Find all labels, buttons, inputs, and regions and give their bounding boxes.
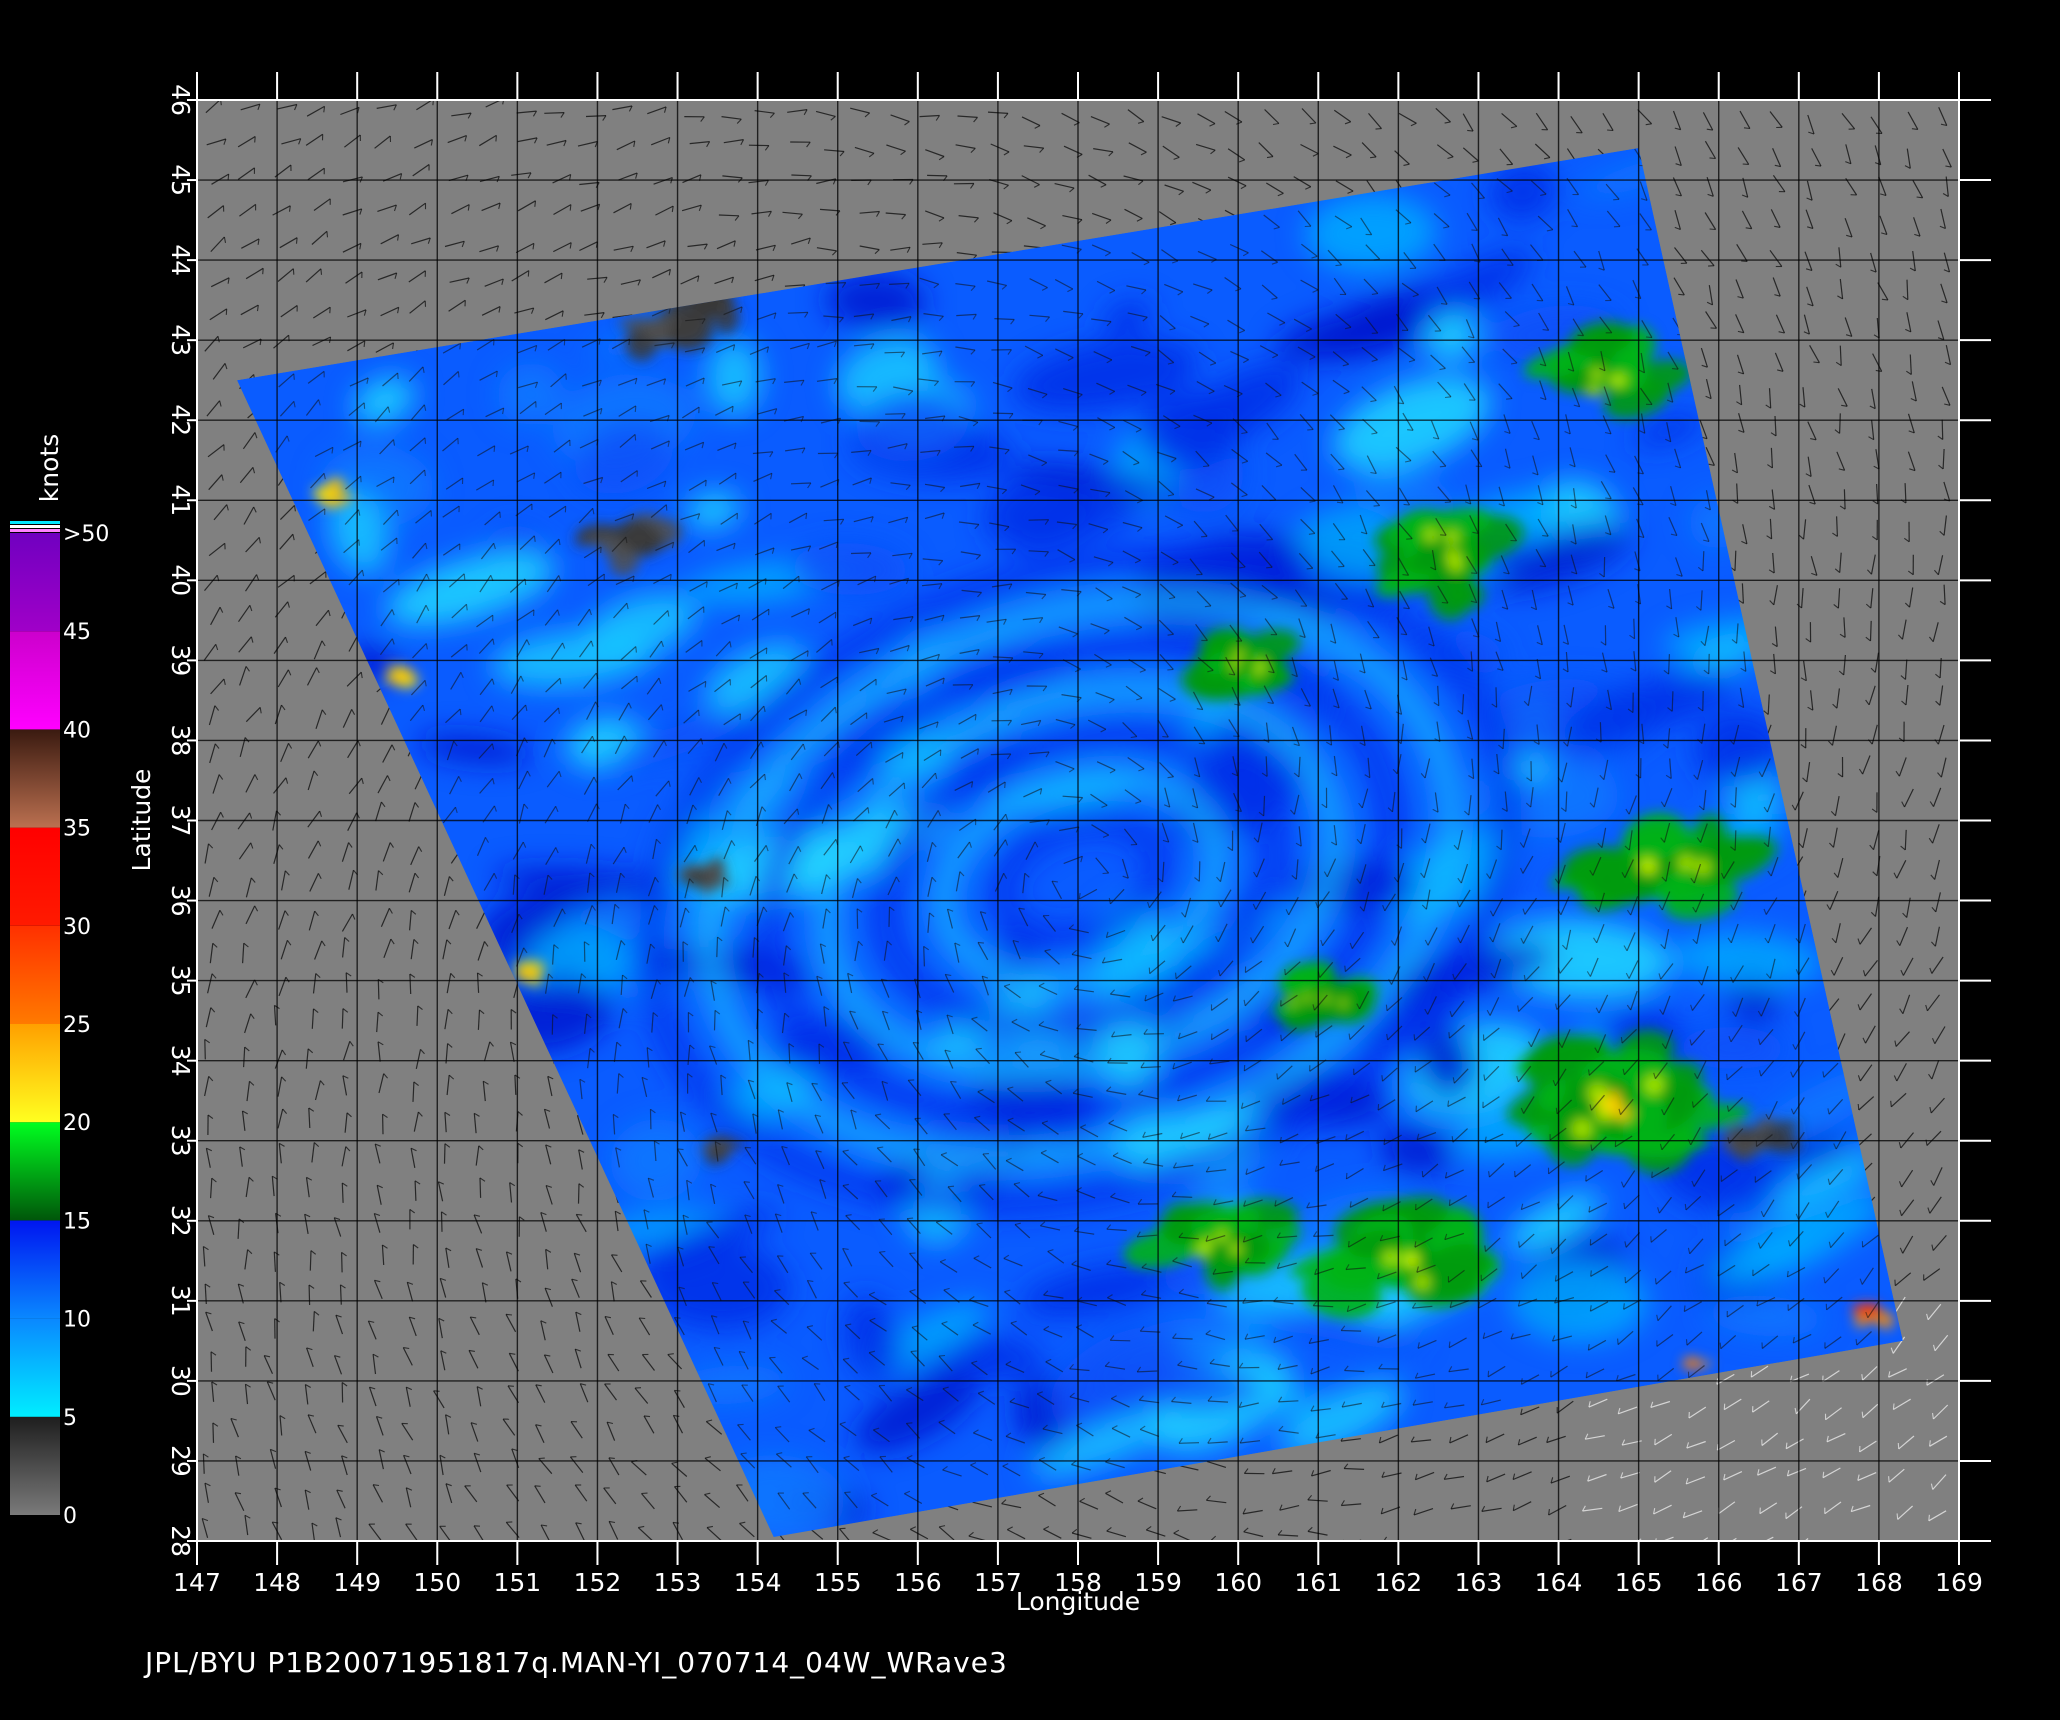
- colorbar-band-30-35: [10, 827, 60, 926]
- colorbar-band-45-50: [10, 533, 60, 632]
- x-axis-label: Longitude: [1016, 1587, 1140, 1616]
- lat-tick-label-38: 38: [166, 724, 195, 756]
- lat-tick-label-41: 41: [166, 484, 195, 516]
- y-axis-label: Latitude: [127, 769, 156, 872]
- colorbar-label-6: 30: [63, 915, 91, 940]
- colorbar-label-7: 35: [63, 817, 91, 842]
- lat-tick-label-43: 43: [166, 324, 195, 356]
- colorbar-band-40-45: [10, 631, 60, 730]
- lon-tick-label-162: 162: [1375, 1568, 1423, 1597]
- lon-tick-label-155: 155: [814, 1568, 862, 1597]
- lon-tick-label-148: 148: [253, 1568, 301, 1597]
- lon-tick-label-153: 153: [654, 1568, 702, 1597]
- latitude-tick-labels: 28 29 30 31 32 33 34 35 36 37 38 39 40 41 42 43 44 45 46: [166, 84, 195, 1557]
- lon-tick-label-159: 159: [1134, 1568, 1182, 1597]
- lat-tick-label-31: 31: [166, 1285, 195, 1317]
- lat-tick-label-35: 35: [166, 965, 195, 997]
- colorbar-unit: knots: [35, 434, 64, 502]
- colorbar-top-stripe-2: [10, 525, 60, 528]
- lat-tick-label-46: 46: [166, 84, 195, 116]
- lon-tick-label-149: 149: [333, 1568, 381, 1597]
- lat-tick-label-34: 34: [166, 1045, 195, 1077]
- colorbar-bands: [10, 533, 60, 1515]
- lon-tick-label-150: 150: [413, 1568, 461, 1597]
- colorbar-label-5: 25: [63, 1013, 91, 1038]
- footer-caption: JPL/BYU P1B20071951817q.MAN-YI_070714_04…: [145, 1646, 1008, 1679]
- lon-tick-label-163: 163: [1455, 1568, 1503, 1597]
- colorbar-labels: 0 5 10 15 20 25 30 35 40 45 >50: [63, 522, 109, 1529]
- lon-tick-label-154: 154: [734, 1568, 782, 1597]
- colorbar-top-stripe-3: [10, 529, 60, 532]
- colorbar-label-1: 5: [63, 1406, 77, 1431]
- lat-tick-label-45: 45: [166, 164, 195, 196]
- colorbar-label-0: 0: [63, 1504, 77, 1529]
- lon-tick-label-167: 167: [1775, 1568, 1823, 1597]
- lat-tick-label-36: 36: [166, 885, 195, 917]
- colorbar-label-9: 45: [63, 620, 91, 645]
- lat-tick-label-39: 39: [166, 644, 195, 676]
- colorbar: 0 5 10 15 20 25 30 35 40 45 >50 knots: [10, 434, 109, 1529]
- colorbar-label-2: 10: [63, 1308, 91, 1333]
- colorbar-label-8: 40: [63, 718, 91, 743]
- wind-map: 147 148 149 150 151 152 153 154 155 156 157 158 159 1…: [10, 72, 1991, 1616]
- lat-tick-label-30: 30: [166, 1365, 195, 1397]
- lat-tick-label-33: 33: [166, 1125, 195, 1157]
- lat-tick-label-42: 42: [166, 404, 195, 436]
- lon-tick-label-166: 166: [1695, 1568, 1743, 1597]
- colorbar-band-35-40: [10, 729, 60, 828]
- colorbar-band-15-20: [10, 1122, 60, 1221]
- colorbar-top-stripe-1: [10, 521, 60, 524]
- lon-tick-label-156: 156: [894, 1568, 942, 1597]
- lat-tick-label-37: 37: [166, 805, 195, 837]
- lon-tick-label-147: 147: [173, 1568, 221, 1597]
- lat-tick-label-40: 40: [166, 564, 195, 596]
- lon-tick-label-168: 168: [1855, 1568, 1903, 1597]
- colorbar-band-10-15: [10, 1220, 60, 1319]
- colorbar-label-4: 20: [63, 1111, 91, 1136]
- colorbar-label-3: 15: [63, 1209, 91, 1234]
- lat-tick-label-28: 28: [166, 1525, 195, 1557]
- lon-tick-label-157: 157: [974, 1568, 1022, 1597]
- lat-tick-label-44: 44: [166, 244, 195, 276]
- lon-tick-label-169: 169: [1935, 1568, 1983, 1597]
- lon-tick-label-165: 165: [1615, 1568, 1663, 1597]
- lon-tick-label-164: 164: [1535, 1568, 1583, 1597]
- lon-tick-label-151: 151: [494, 1568, 542, 1597]
- lat-tick-label-29: 29: [166, 1445, 195, 1477]
- lat-tick-label-32: 32: [166, 1205, 195, 1237]
- colorbar-band-0-5: [10, 1416, 60, 1515]
- colorbar-band-25-30: [10, 925, 60, 1024]
- lon-tick-label-161: 161: [1294, 1568, 1342, 1597]
- colorbar-band-5-10: [10, 1318, 60, 1417]
- colorbar-band-20-25: [10, 1024, 60, 1123]
- colorbar-label-10: >50: [63, 522, 109, 547]
- lon-tick-label-152: 152: [574, 1568, 622, 1597]
- lon-tick-label-160: 160: [1214, 1568, 1262, 1597]
